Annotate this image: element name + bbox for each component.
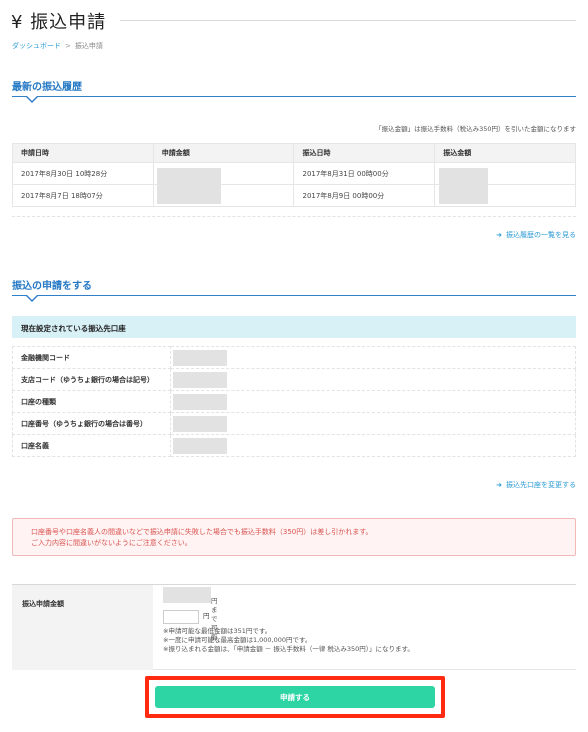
- cell-transfer-at: 2017年8月31日 00時00分: [293, 162, 436, 185]
- title-divider: [120, 20, 576, 21]
- account-row: 口座の種類: [12, 390, 576, 413]
- account-row: 口座番号（ゆうちょ銀行の場合は番号）: [12, 412, 576, 435]
- history-table-bottom-border: [12, 216, 576, 217]
- redacted-value: [173, 394, 227, 410]
- arrow-right-icon: ➜: [496, 481, 502, 489]
- hint-max: ※一度に申請可能な最高金額は1,000,000円です。: [163, 636, 312, 644]
- redacted-transfer-amounts: [439, 168, 488, 204]
- cell-transfer-at: 2017年8月9日 00時00分: [293, 184, 436, 207]
- cell-applied-at: 2017年8月30日 10時28分: [12, 162, 154, 185]
- breadcrumb-current: 振込申請: [74, 42, 103, 50]
- fee-warning-alert: 口座番号や口座名義人の間違いなどで振込申請に失敗した場合でも振込手数料（350円…: [12, 518, 576, 556]
- history-list-link-label: 振込履歴の一覧を見る: [506, 231, 576, 239]
- account-row: 口座名義: [12, 434, 576, 457]
- table-row: 2017年8月7日 18時07分 2017年8月9日 00時00分: [12, 184, 576, 207]
- field-value-account-name: [170, 434, 576, 457]
- redacted-value: [173, 372, 227, 388]
- field-value-account-number: [170, 412, 576, 435]
- redacted-value: [173, 416, 227, 432]
- breadcrumb-dashboard-link[interactable]: ダッシュボード: [12, 42, 61, 50]
- submit-highlight-frame: 申請する: [145, 676, 445, 718]
- table-header-row: 申請日時 申請金額 振込日時 振込金額: [12, 143, 576, 163]
- change-account-link[interactable]: ➜ 振込先口座を変更する: [496, 480, 576, 490]
- header-applied-at: 申請日時: [12, 143, 154, 163]
- apply-section-notch: [26, 295, 38, 302]
- redacted-value: [173, 350, 227, 366]
- redacted-value: [173, 438, 227, 454]
- history-list-link[interactable]: ➜ 振込履歴の一覧を見る: [496, 230, 576, 240]
- fee-note: 「振込金額」は振込手数料（税込み350円）を引いた金額になります: [375, 125, 576, 133]
- hint-min: ※申請可能な最低金額は351円です。: [163, 627, 272, 635]
- field-label-account-number: 口座番号（ゆうちょ銀行の場合は番号）: [12, 412, 171, 435]
- breadcrumb: ダッシュボード > 振込申請: [12, 41, 103, 51]
- account-row: 支店コード（ゆうちょ銀行の場合は記号）: [12, 368, 576, 391]
- bank-account-table: 金融機関コード 支店コード（ゆうちょ銀行の場合は記号） 口座の種類 口座番号（ゆ…: [12, 346, 576, 457]
- header-transfer-at: 振込日時: [293, 143, 436, 163]
- alert-line-2: ご入力内容に間違いがないようにご注意ください。: [31, 539, 192, 547]
- table-row: 2017年8月30日 10時28分 2017年8月31日 00時00分: [12, 162, 576, 185]
- redacted-applied-amounts: [157, 168, 221, 204]
- account-header: 現在設定されている振込先口座: [12, 316, 576, 338]
- field-value-branch-code: [170, 368, 576, 391]
- field-label-branch-code: 支店コード（ゆうちょ銀行の場合は記号）: [12, 368, 171, 391]
- header-transfer-amount: 振込金額: [434, 143, 576, 163]
- field-value-bank-code: [170, 346, 576, 369]
- apply-section-line: [12, 295, 576, 296]
- field-label-account-name: 口座名義: [12, 434, 171, 457]
- amount-input[interactable]: [163, 610, 199, 624]
- submit-button[interactable]: 申請する: [155, 686, 435, 708]
- breadcrumb-separator: >: [65, 42, 71, 50]
- history-section-title: 最新の振込履歴: [12, 82, 82, 93]
- header-applied-amount: 申請金額: [152, 143, 295, 163]
- arrow-right-icon: ➜: [496, 231, 502, 239]
- field-label-bank-code: 金融機関コード: [12, 346, 171, 369]
- redacted-available-amount: [163, 587, 211, 603]
- field-value-account-type: [170, 390, 576, 413]
- amount-hints: ※申請可能な最低金額は351円です。 ※一度に申請可能な最高金額は1,000,0…: [163, 627, 583, 654]
- transfer-history-table: 申請日時 申請金額 振込日時 振込金額 2017年8月30日 10時28分 20…: [12, 143, 576, 207]
- account-row: 金融機関コード: [12, 346, 576, 369]
- alert-line-1: 口座番号や口座名義人の間違いなどで振込申請に失敗した場合でも振込手数料（350円…: [31, 528, 373, 536]
- field-label-account-type: 口座の種類: [12, 390, 171, 413]
- change-account-link-label: 振込先口座を変更する: [506, 481, 576, 489]
- hint-net: ※振り込まれる金額は、「申請金額 － 振込手数料（一律 税込み350円）」になり…: [163, 645, 414, 653]
- amount-form-row: 振込申請金額 円まで可能 円 ※申請可能な最低金額は351円です。 ※一度に申請…: [12, 584, 576, 670]
- amount-label: 振込申請金額: [12, 585, 153, 670]
- cell-applied-at: 2017年8月7日 18時07分: [12, 184, 154, 207]
- apply-section-title: 振込の申請をする: [12, 281, 92, 292]
- page-title: ¥ 振込申請: [11, 12, 107, 33]
- history-section-line: [12, 96, 576, 97]
- yen-unit: 円: [203, 612, 210, 620]
- history-section-notch: [26, 96, 38, 103]
